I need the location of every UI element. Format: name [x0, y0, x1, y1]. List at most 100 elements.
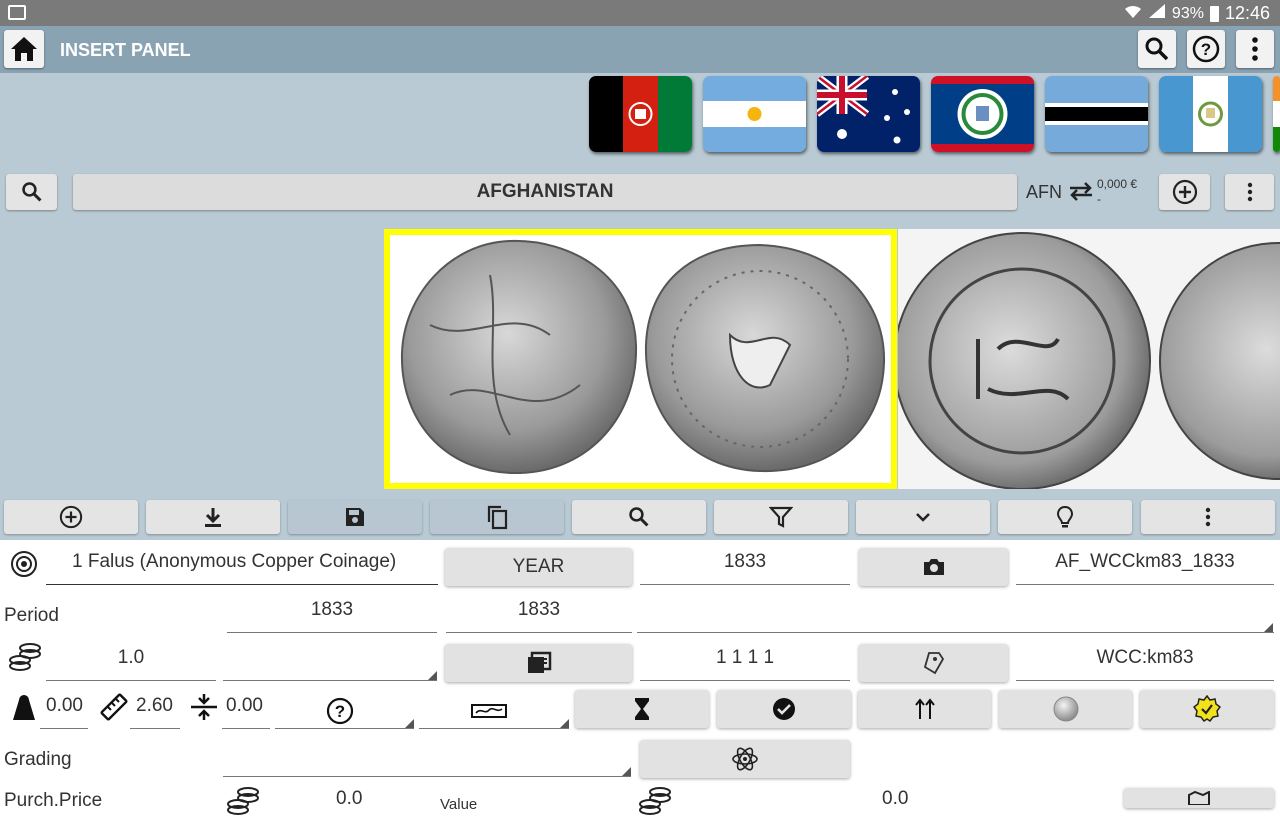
metal-button[interactable] [999, 690, 1132, 728]
size-input[interactable]: 2.60 [136, 695, 173, 717]
double-arrow-up-icon [914, 698, 935, 719]
verified-button[interactable] [717, 690, 851, 728]
grading-dropdown-arrow[interactable] [622, 767, 631, 776]
coins-stack-icon [638, 786, 672, 823]
grading-label: Grading [4, 749, 72, 770]
toolbar-menu-button[interactable] [1141, 500, 1275, 534]
currency-value: 0,000 € [1097, 177, 1138, 191]
year-button-label: YEAR [512, 556, 565, 577]
more-vert-icon [1252, 37, 1258, 61]
time-button[interactable] [575, 690, 709, 728]
country-menu-button[interactable] [1225, 174, 1274, 210]
gallery-notification-icon [8, 5, 26, 20]
more-vert-icon [1247, 182, 1252, 202]
quantity-dropdown-arrow[interactable] [428, 671, 437, 680]
chevron-down-icon [916, 513, 930, 522]
home-icon [11, 37, 37, 61]
page-title: INSERT PANEL [60, 40, 191, 60]
period-to-input[interactable]: 1833 [446, 599, 632, 621]
map-button[interactable] [1124, 788, 1274, 808]
tag-icon [923, 652, 944, 675]
coins-stack-icon [8, 642, 42, 679]
app-bar: INSERT PANEL ? [0, 26, 1280, 73]
expand-button[interactable] [856, 500, 990, 534]
catalog-button[interactable] [445, 644, 632, 682]
hourglass-icon [635, 698, 649, 720]
status-bar: 93% 12:46 [0, 0, 1280, 26]
search-button[interactable] [1138, 30, 1176, 68]
overflow-menu-button[interactable] [1236, 30, 1274, 68]
save-button[interactable] [288, 500, 422, 534]
help-icon: ? [1192, 35, 1220, 63]
quantity-input[interactable]: 1.0 [46, 647, 216, 669]
coin-image-reverse[interactable] [898, 229, 1280, 489]
country-selector[interactable]: AFGHANISTAN [73, 174, 1017, 210]
search-coin-button[interactable] [572, 500, 706, 534]
edge-dropdown-arrow[interactable] [560, 719, 569, 728]
copy-icon [487, 505, 508, 530]
weight-input[interactable]: 0.00 [46, 695, 83, 717]
thickness-icon [189, 692, 219, 727]
year-button[interactable]: YEAR [445, 548, 632, 586]
map-icon [1188, 791, 1210, 805]
coin-form: 1 Falus (Anonymous Copper Coinage) YEAR … [0, 540, 1280, 815]
wifi-icon [1124, 3, 1142, 24]
battery-percent: 93% [1171, 4, 1204, 22]
weight-icon [9, 692, 39, 727]
tag-button[interactable] [859, 644, 1008, 682]
signal-icon [1148, 3, 1166, 24]
add-circle-icon [1172, 179, 1197, 205]
flag-india[interactable] [1273, 76, 1280, 152]
home-button[interactable] [4, 30, 44, 68]
svg-text:?: ? [1201, 40, 1211, 59]
sort-button[interactable] [858, 690, 991, 728]
image-code-input[interactable]: AF_WCCkm83_1833 [1016, 551, 1274, 573]
help-button[interactable]: ? [1187, 30, 1225, 68]
silver-coin-icon [1053, 696, 1078, 722]
value-input[interactable]: 0.0 [882, 788, 908, 810]
certified-button[interactable] [1140, 690, 1274, 728]
filter-button[interactable] [714, 500, 848, 534]
flag-argentina[interactable] [703, 76, 806, 152]
period-from-input[interactable]: 1833 [227, 599, 437, 621]
purch-price-input[interactable]: 0.0 [336, 788, 362, 810]
search-icon [629, 507, 649, 527]
catalog-number-input[interactable]: 1 1 1 1 [640, 647, 850, 669]
thickness-input[interactable]: 0.00 [226, 695, 263, 717]
selected-coin-image[interactable] [384, 229, 897, 489]
clock: 12:46 [1224, 3, 1270, 23]
coin-name-input[interactable]: 1 Falus (Anonymous Copper Coinage) [72, 551, 396, 573]
help-icon[interactable]: ? [326, 697, 354, 730]
copy-button[interactable] [430, 500, 564, 534]
period-dropdown-arrow[interactable] [1264, 623, 1273, 632]
catalog-ref-input[interactable]: WCC:km83 [1016, 647, 1274, 669]
year-input[interactable]: 1833 [640, 551, 850, 573]
country-name: AFGHANISTAN [476, 181, 614, 202]
flag-belize[interactable] [931, 76, 1034, 152]
shape-dropdown-arrow[interactable] [405, 719, 414, 728]
download-icon [205, 508, 221, 527]
camera-button[interactable] [859, 548, 1008, 586]
science-button[interactable] [640, 740, 850, 778]
edge-icon[interactable] [471, 703, 507, 724]
add-coin-button[interactable] [4, 500, 138, 534]
action-toolbar [0, 495, 1280, 540]
download-button[interactable] [146, 500, 280, 534]
flag-guatemala[interactable] [1159, 76, 1262, 152]
flag-afghanistan[interactable] [589, 76, 692, 152]
add-country-button[interactable] [1159, 174, 1210, 210]
svg-text:?: ? [335, 702, 345, 721]
tips-button[interactable] [998, 500, 1132, 534]
more-vert-icon [1205, 507, 1211, 527]
camera-icon [923, 559, 944, 575]
flag-botswana[interactable] [1045, 76, 1148, 152]
flag-australia[interactable] [817, 76, 920, 152]
currency-exchange-icon[interactable] [1068, 180, 1094, 207]
currency-sub: - [1097, 192, 1101, 206]
country-search-button[interactable] [6, 174, 57, 210]
value-label: Value [440, 796, 478, 813]
coin-type-icon [10, 550, 38, 583]
search-icon [1145, 37, 1169, 61]
lightbulb-icon [1056, 505, 1074, 528]
currency-code: AFN [1026, 182, 1062, 202]
